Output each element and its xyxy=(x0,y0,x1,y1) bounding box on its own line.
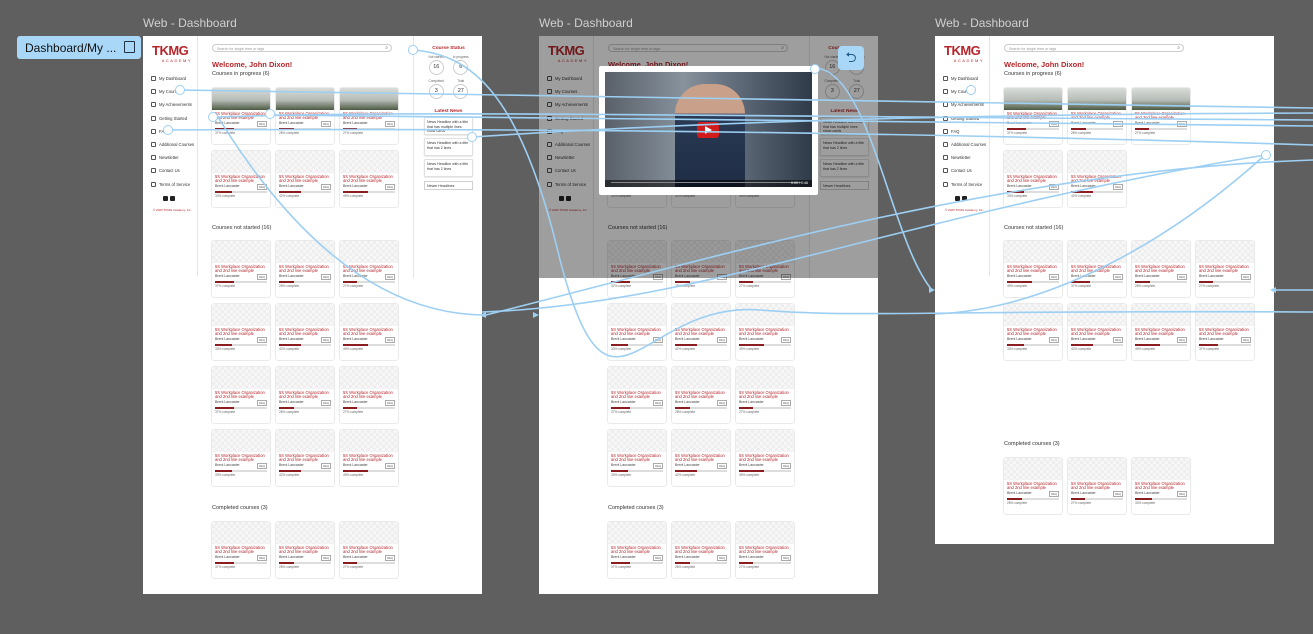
hotspot[interactable] xyxy=(208,112,218,122)
hotspot[interactable] xyxy=(966,85,976,95)
flow-label-text: Dashboard/My ... xyxy=(25,41,117,55)
hotspot[interactable] xyxy=(1261,150,1271,160)
design-canvas[interactable]: Web - Dashboard Web - Dashboard Web - Da… xyxy=(0,0,1313,634)
back-icon[interactable]: ⮌ xyxy=(838,46,864,70)
hotspot[interactable] xyxy=(810,64,820,74)
flow-start-icon[interactable] xyxy=(124,41,135,53)
hotspot[interactable] xyxy=(265,109,275,119)
hotspot[interactable] xyxy=(163,125,173,135)
hotspot[interactable] xyxy=(408,45,418,55)
prototype-flow-label[interactable]: Dashboard/My ... xyxy=(17,36,141,59)
prototype-connections xyxy=(167,49,1313,358)
hotspot[interactable] xyxy=(467,132,477,142)
hotspot[interactable] xyxy=(175,85,185,95)
